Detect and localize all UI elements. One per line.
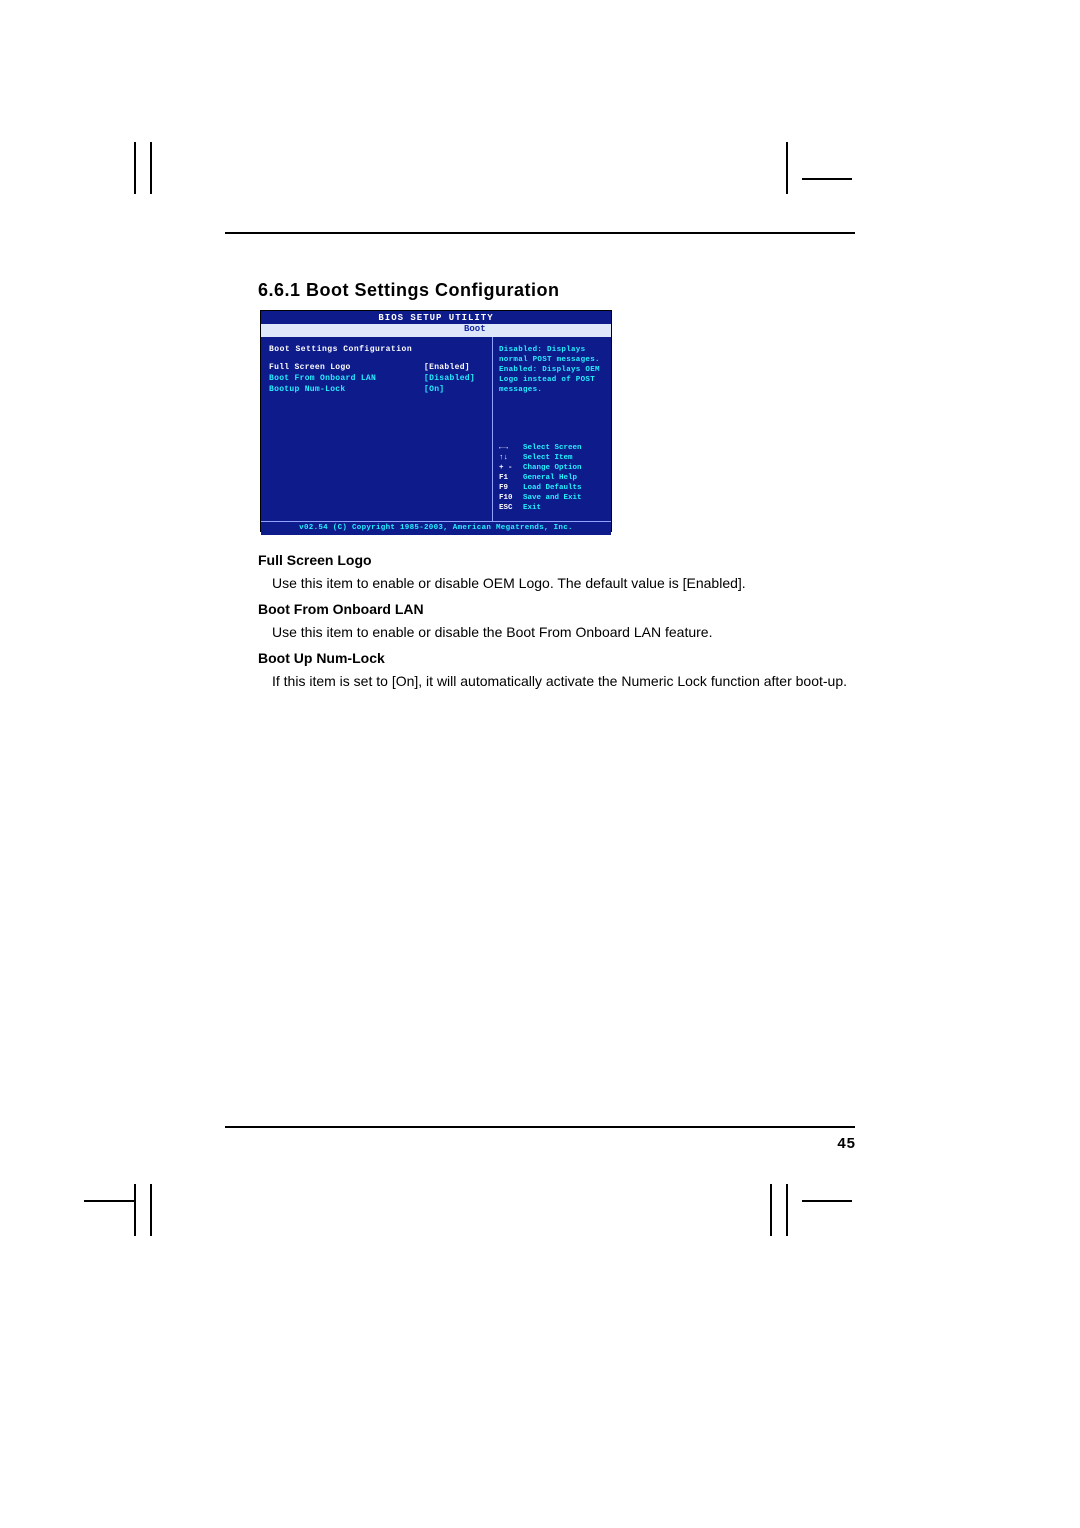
crop-mark bbox=[134, 1184, 136, 1236]
bios-section-title: Boot Settings Configuration bbox=[269, 345, 484, 354]
item-body: Use this item to enable or disable the B… bbox=[272, 621, 858, 643]
crop-mark bbox=[802, 1200, 852, 1202]
bios-settings-panel: Boot Settings Configuration Full Screen … bbox=[261, 337, 493, 521]
key-action: Change Option bbox=[523, 464, 582, 472]
key-action: Load Defaults bbox=[523, 484, 582, 492]
bios-help-text: Disabled: Displays normal POST messages.… bbox=[499, 345, 605, 395]
key-label: F1 bbox=[499, 473, 523, 483]
item-body: If this item is set to [On], it will aut… bbox=[272, 670, 858, 692]
item-heading: Boot From Onboard LAN bbox=[258, 598, 858, 620]
key-action: Save and Exit bbox=[523, 494, 582, 502]
key-action: Exit bbox=[523, 504, 541, 512]
bios-tabbar: Boot bbox=[261, 324, 611, 337]
item-heading: Boot Up Num-Lock bbox=[258, 647, 858, 669]
section-heading: 6.6.1 Boot Settings Configuration bbox=[258, 280, 560, 301]
key-label: + - bbox=[499, 463, 523, 473]
bios-title: BIOS SETUP UTILITY bbox=[261, 311, 611, 324]
page-number: 45 bbox=[837, 1135, 856, 1152]
footer-rule bbox=[225, 1126, 855, 1128]
crop-mark bbox=[134, 142, 136, 194]
crop-mark bbox=[150, 142, 152, 194]
header-rule bbox=[225, 232, 855, 234]
key-action: Select Item bbox=[523, 454, 573, 462]
bios-key-legend: ←→Select Screen ↑↓Select Item + -Change … bbox=[499, 443, 605, 513]
item-body: Use this item to enable or disable OEM L… bbox=[272, 572, 858, 594]
bios-copyright: v02.54 (C) Copyright 1985-2003, American… bbox=[261, 521, 611, 535]
tab-boot[interactable]: Boot bbox=[461, 324, 489, 334]
crop-mark bbox=[786, 1184, 788, 1236]
key-label: ↑↓ bbox=[499, 453, 523, 463]
key-label: F9 bbox=[499, 483, 523, 493]
key-label: ESC bbox=[499, 503, 523, 513]
key-action: General Help bbox=[523, 474, 577, 482]
bios-setting-row[interactable]: Bootup Num-Lock [On] bbox=[269, 384, 484, 395]
crop-mark bbox=[84, 1200, 134, 1202]
key-label: ←→ bbox=[499, 443, 523, 453]
bios-setting-value: [On] bbox=[424, 384, 484, 395]
explanation-block: Full Screen Logo Use this item to enable… bbox=[258, 545, 858, 696]
bios-setting-label: Full Screen Logo bbox=[269, 362, 424, 373]
bios-setting-value: [Enabled] bbox=[424, 362, 484, 373]
bios-setting-value: [Disabled] bbox=[424, 373, 484, 384]
crop-mark bbox=[150, 1184, 152, 1236]
bios-setting-label: Bootup Num-Lock bbox=[269, 384, 424, 395]
bios-setup-utility: BIOS SETUP UTILITY Boot Boot Settings Co… bbox=[260, 310, 612, 532]
key-action: Select Screen bbox=[523, 444, 582, 452]
item-heading: Full Screen Logo bbox=[258, 549, 858, 571]
document-page: 6.6.1 Boot Settings Configuration BIOS S… bbox=[0, 0, 1080, 1528]
crop-mark bbox=[786, 142, 788, 194]
bios-setting-label: Boot From Onboard LAN bbox=[269, 373, 424, 384]
crop-mark bbox=[802, 178, 852, 180]
key-label: F10 bbox=[499, 493, 523, 503]
crop-mark bbox=[770, 1184, 772, 1236]
bios-setting-row[interactable]: Full Screen Logo [Enabled] bbox=[269, 362, 484, 373]
bios-setting-row[interactable]: Boot From Onboard LAN [Disabled] bbox=[269, 373, 484, 384]
bios-help-panel: Disabled: Displays normal POST messages.… bbox=[493, 337, 611, 521]
bios-body: Boot Settings Configuration Full Screen … bbox=[261, 337, 611, 521]
